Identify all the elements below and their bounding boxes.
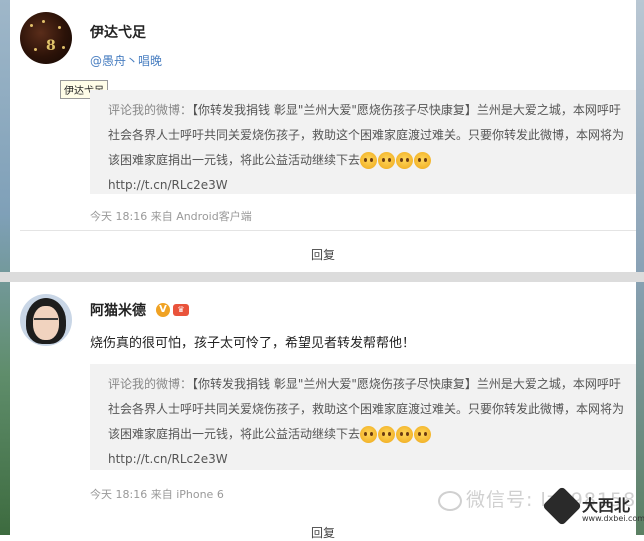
emoji-icon [360, 426, 378, 443]
username[interactable]: 伊达弋足 [90, 22, 146, 42]
card-separator [0, 272, 644, 282]
username[interactable]: 阿猫米德 [90, 300, 146, 320]
emoji-icon [378, 152, 396, 169]
logo-url: www.dxbei.com [582, 514, 644, 523]
background-scenery-right [636, 0, 644, 535]
emoji-icon [360, 152, 378, 169]
comment-text: 烧伤真的很可怕，孩子太可怜了，希望见者转发帮帮他！ [90, 336, 416, 351]
verified-icon: V [156, 302, 170, 317]
quoted-weibo[interactable]: 评论我的微博：【你转发我捐钱 彰显"兰州大爱"愿烧伤孩子尽快康复】兰州是大爱之城… [90, 90, 636, 194]
comment-card-1: 8 伊达弋足 @愚舟丶唱晚 伊达弋足 评论我的微博：【你转发我捐钱 彰显"兰州大… [10, 0, 636, 272]
quote-label: 评论我的微博： [108, 377, 193, 391]
short-link[interactable]: http://t.cn/RLc2e3W [108, 173, 626, 198]
site-logo: 大西北 www.dxbei.com [542, 486, 644, 530]
reply-button[interactable]: 回复 [10, 246, 636, 263]
user-badges: V ♛ [156, 299, 189, 317]
logo-name: 大西北 [582, 496, 631, 515]
emoji-icon [396, 426, 414, 443]
emoji-icon [378, 426, 396, 443]
timestamp-source: 今天 18:16 来自 iPhone 6 [90, 488, 224, 501]
avatar[interactable]: 8 [20, 12, 72, 64]
mention-link[interactable]: @愚舟丶唱晚 [90, 52, 162, 69]
timestamp-source: 今天 18:16 来自 Android客户端 [90, 210, 252, 223]
emoji-icon [414, 426, 432, 443]
quoted-weibo[interactable]: 评论我的微博：【你转发我捐钱 彰显"兰州大爱"愿烧伤孩子尽快康复】兰州是大爱之城… [90, 364, 636, 470]
background-scenery-left [0, 0, 10, 535]
member-crown-icon: ♛ [173, 303, 189, 316]
logo-mark-icon [542, 486, 582, 526]
avatar[interactable] [20, 294, 72, 346]
divider [20, 230, 636, 231]
quote-label: 评论我的微博： [108, 103, 193, 117]
short-link[interactable]: http://t.cn/RLc2e3W [108, 447, 626, 472]
emoji-icon [414, 152, 432, 169]
reply-button[interactable]: 回复 [10, 524, 636, 541]
emoji-icon [396, 152, 414, 169]
wechat-icon [438, 490, 462, 511]
